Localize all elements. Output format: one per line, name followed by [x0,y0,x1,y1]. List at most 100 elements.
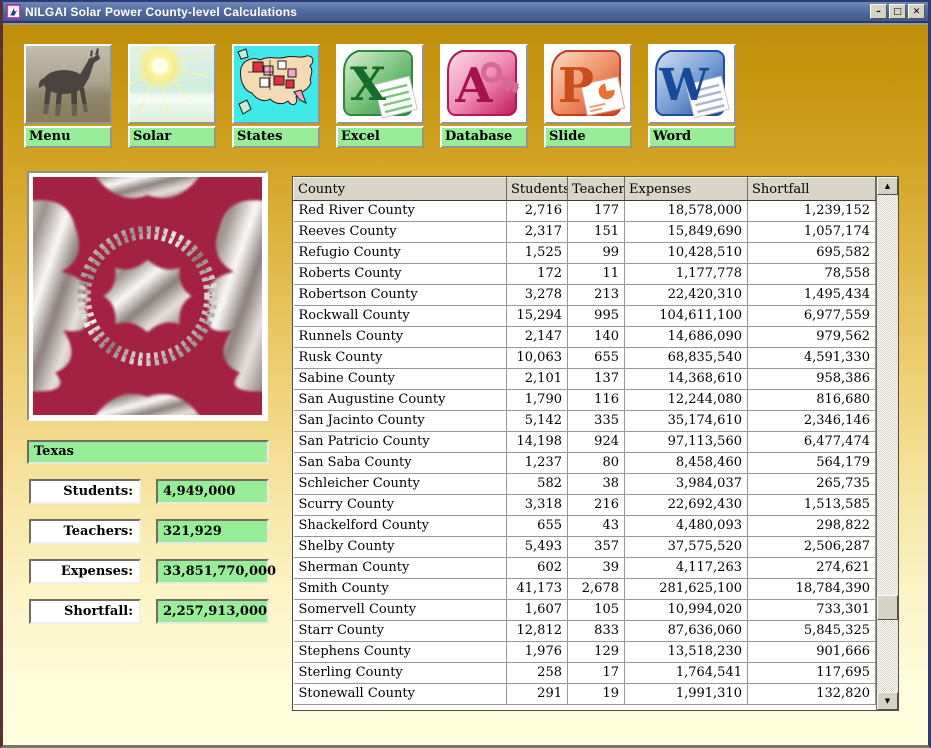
window-title: NILGAI Solar Power County-level Calculat… [25,5,866,19]
value-cell: 655 [507,516,568,537]
table-row[interactable]: San Saba County1,237808,458,460564,179 [294,453,876,474]
value-cell: 8,458,460 [625,453,748,474]
toolbar-button-label: States [232,126,320,148]
value-cell: 17 [568,663,625,684]
table-row[interactable]: San Jacinto County5,14233535,174,6102,34… [294,411,876,432]
value-cell: 15,294 [507,306,568,327]
table-row[interactable]: Somervell County1,60710510,994,020733,30… [294,600,876,621]
nilgai-icon [24,44,112,124]
value-cell: 979,562 [748,327,876,348]
vertical-scrollbar[interactable]: ▲ ▼ [876,177,898,710]
table-row[interactable]: Roberts County172111,177,77878,558 [294,264,876,285]
table-row[interactable]: Starr County12,81283387,636,0605,845,325 [294,621,876,642]
table-row[interactable]: Runnels County2,14714014,686,090979,562 [294,327,876,348]
table-row[interactable]: Sabine County2,10113714,368,610958,386 [294,369,876,390]
value-cell: 4,117,263 [625,558,748,579]
value-cell: 958,386 [748,369,876,390]
table-header-row: County Students Teachers Expenses Shortf… [294,178,876,201]
scroll-up-icon[interactable]: ▲ [877,177,898,195]
table-row[interactable]: San Augustine County1,79011612,244,08081… [294,390,876,411]
table-row[interactable]: Sterling County258171,764,541117,695 [294,663,876,684]
value-cell: 97,113,560 [625,432,748,453]
main-form: Menu Solar States [3,25,928,745]
value-cell: 4,591,330 [748,348,876,369]
close-button[interactable]: ✕ [908,4,925,19]
toolbar-button-word[interactable]: WWord [648,44,736,148]
table-row[interactable]: Refugio County1,5259910,428,510695,582 [294,243,876,264]
value-cell: 695,582 [748,243,876,264]
expenses-field[interactable]: 33,851,770,000 [156,559,269,584]
students-field[interactable]: 4,949,000 [156,479,269,504]
value-cell: 14,686,090 [625,327,748,348]
value-cell: 104,611,100 [625,306,748,327]
table-row[interactable]: Scurry County3,31821622,692,4301,513,585 [294,495,876,516]
value-cell: 13,518,230 [625,642,748,663]
value-cell: 1,237 [507,453,568,474]
table-row[interactable]: Robertson County3,27821322,420,3101,495,… [294,285,876,306]
scrollbar-thumb[interactable] [877,595,898,620]
table-row[interactable]: Stephens County1,97612913,518,230901,666 [294,642,876,663]
county-cell: Rockwall County [294,306,507,327]
table-row[interactable]: Reeves County2,31715115,849,6901,057,174 [294,222,876,243]
toolbar-button-states[interactable]: States [232,44,320,148]
value-cell: 216 [568,495,625,516]
value-cell: 35,174,610 [625,411,748,432]
value-cell: 582 [507,474,568,495]
value-cell: 258 [507,663,568,684]
value-cell: 18,784,390 [748,579,876,600]
value-cell: 10,063 [507,348,568,369]
toolbar-button-excel[interactable]: XExcel [336,44,424,148]
minimize-button[interactable]: – [870,4,887,19]
value-cell: 6,477,474 [748,432,876,453]
value-cell: 2,506,287 [748,537,876,558]
toolbar-button-menu[interactable]: Menu [24,44,112,148]
value-cell: 10,994,020 [625,600,748,621]
value-cell: 22,692,430 [625,495,748,516]
value-cell: 12,812 [507,621,568,642]
teachers-label: Teachers: [29,519,141,544]
value-cell: 5,142 [507,411,568,432]
table-row[interactable]: Stonewall County291191,991,310132,820 [294,684,876,705]
value-cell: 1,790 [507,390,568,411]
table-row[interactable]: Rockwall County15,294995104,611,1006,977… [294,306,876,327]
value-cell: 6,977,559 [748,306,876,327]
value-cell: 2,716 [507,201,568,222]
value-cell: 177 [568,201,625,222]
table-row[interactable]: San Patricio County14,19892497,113,5606,… [294,432,876,453]
value-cell: 43 [568,516,625,537]
table-row[interactable]: Smith County41,1732,678281,625,10018,784… [294,579,876,600]
value-cell: 38 [568,474,625,495]
state-name-field[interactable]: Texas [27,440,269,464]
county-cell: Stonewall County [294,684,507,705]
county-cell: Sterling County [294,663,507,684]
table-row[interactable]: Sherman County602394,117,263274,621 [294,558,876,579]
shortfall-field[interactable]: 2,257,913,000 [156,599,269,624]
county-cell: Smith County [294,579,507,600]
value-cell: 3,984,037 [625,474,748,495]
value-cell: 172 [507,264,568,285]
shortfall-label: Shortfall: [29,599,141,624]
value-cell: 1,525 [507,243,568,264]
value-cell: 733,301 [748,600,876,621]
value-cell: 117,695 [748,663,876,684]
toolbar-button-database[interactable]: ADatabase [440,44,528,148]
table-row[interactable]: Rusk County10,06365568,835,5404,591,330 [294,348,876,369]
value-cell: 151 [568,222,625,243]
us-map-icon [232,44,320,124]
table-row[interactable]: Shackelford County655434,480,093298,822 [294,516,876,537]
toolbar-button-label: Excel [336,126,424,148]
scroll-down-icon[interactable]: ▼ [877,692,898,710]
toolbar-button-slide[interactable]: PSlide [544,44,632,148]
fractal-art-image [33,177,262,415]
value-cell: 1,239,152 [748,201,876,222]
county-table-body: Red River County2,71617718,578,0001,239,… [294,201,876,705]
svg-text:W: W [658,60,709,111]
table-row[interactable]: Red River County2,71617718,578,0001,239,… [294,201,876,222]
county-cell: Shackelford County [294,516,507,537]
value-cell: 39 [568,558,625,579]
maximize-button[interactable]: □ [889,4,906,19]
teachers-field[interactable]: 321,929 [156,519,269,544]
table-row[interactable]: Schleicher County582383,984,037265,735 [294,474,876,495]
toolbar-button-solar[interactable]: Solar [128,44,216,148]
table-row[interactable]: Shelby County5,49335737,575,5202,506,287 [294,537,876,558]
